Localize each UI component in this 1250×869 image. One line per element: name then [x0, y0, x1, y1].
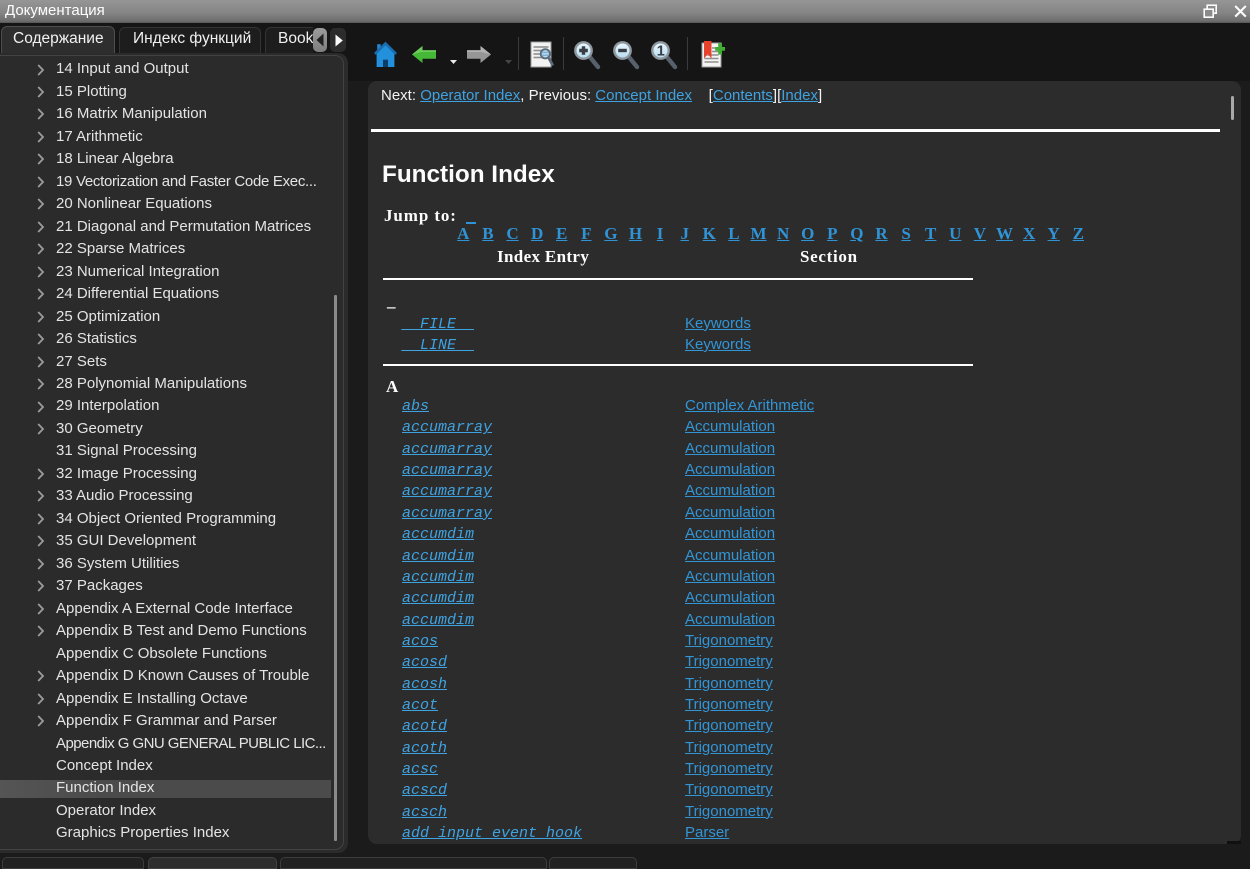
svg-text:1: 1	[657, 44, 665, 60]
